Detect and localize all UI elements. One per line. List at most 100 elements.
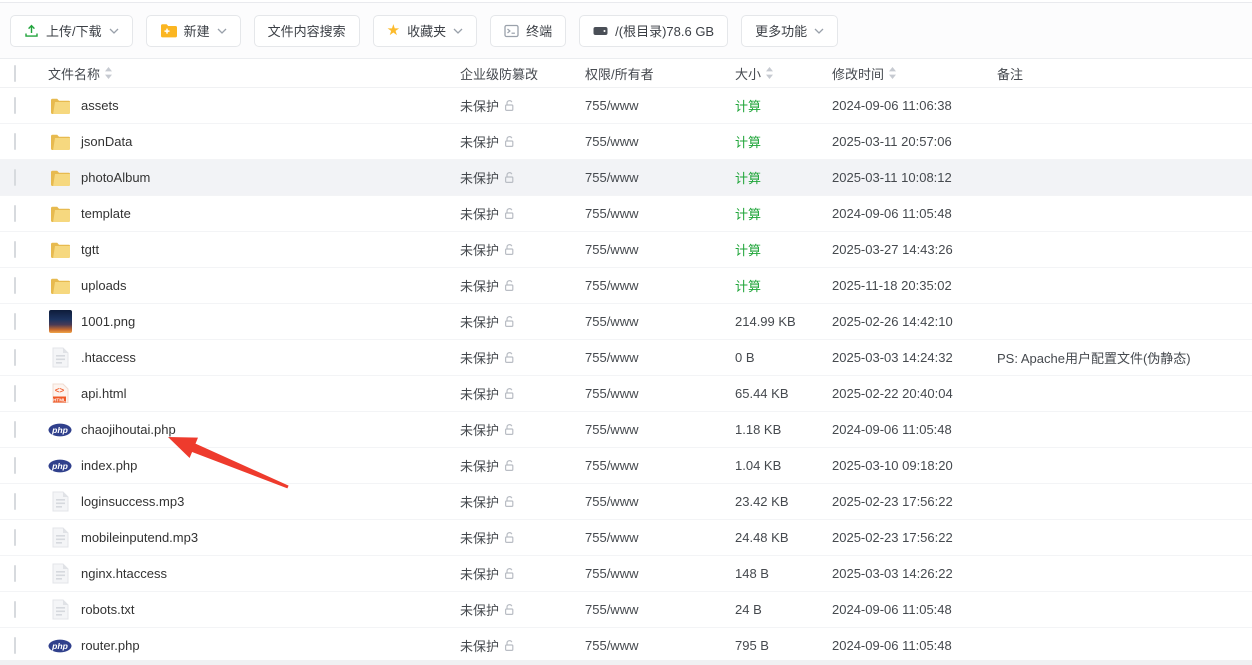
unlock-icon[interactable]: [503, 459, 516, 472]
header-size[interactable]: 大小: [735, 64, 832, 83]
file-name[interactable]: robots.txt: [81, 602, 134, 617]
row-checkbox[interactable]: [14, 241, 16, 258]
unlock-icon[interactable]: [503, 279, 516, 292]
file-name[interactable]: index.php: [81, 458, 137, 473]
new-button[interactable]: 新建: [146, 15, 241, 47]
table-row: photoAlbum 未保护 755/www 计算 2025-03-11 10:…: [0, 160, 1252, 196]
modified-time: 2024-09-06 11:05:48: [832, 602, 997, 617]
folder-icon: [48, 241, 72, 258]
doc-icon: [48, 599, 72, 620]
file-name[interactable]: api.html: [81, 386, 127, 401]
calculate-size-link[interactable]: 计算: [735, 240, 832, 259]
unlock-icon[interactable]: [503, 423, 516, 436]
favorites-button[interactable]: ★ 收藏夹: [373, 15, 477, 47]
select-all-checkbox[interactable]: [14, 65, 16, 82]
sort-icon[interactable]: [104, 66, 113, 80]
unlock-icon[interactable]: [503, 531, 516, 544]
permission-owner: 755/www: [585, 422, 735, 437]
row-checkbox[interactable]: [14, 385, 16, 402]
doc-icon: [48, 491, 72, 512]
table-row: nginx.htaccess 未保护 755/www 148 B 2025-03…: [0, 556, 1252, 592]
star-icon: ★: [387, 23, 400, 38]
row-checkbox[interactable]: [14, 637, 16, 654]
file-name[interactable]: photoAlbum: [81, 170, 150, 185]
terminal-label: 终端: [526, 21, 552, 40]
php-icon: php: [48, 459, 72, 473]
modified-time: 2024-09-06 11:06:38: [832, 98, 997, 113]
row-checkbox[interactable]: [14, 349, 16, 366]
file-name[interactable]: assets: [81, 98, 119, 113]
calculate-size-link[interactable]: 计算: [735, 276, 832, 295]
header-modified-time[interactable]: 修改时间: [832, 64, 997, 83]
unlock-icon[interactable]: [503, 207, 516, 220]
html-icon: <> HTML: [48, 383, 72, 404]
file-name[interactable]: mobileinputend.mp3: [81, 530, 198, 545]
unlock-icon[interactable]: [503, 495, 516, 508]
protect-status: 未保护: [460, 564, 499, 583]
calculate-size-link[interactable]: 计算: [735, 96, 832, 115]
protect-status: 未保护: [460, 168, 499, 187]
file-name[interactable]: nginx.htaccess: [81, 566, 167, 581]
file-list: assets 未保护 755/www 计算 2024-09-06 11:06:3…: [0, 88, 1252, 664]
unlock-icon[interactable]: [503, 171, 516, 184]
file-name[interactable]: uploads: [81, 278, 127, 293]
unlock-icon[interactable]: [503, 351, 516, 364]
header-permission-owner: 权限/所有者: [585, 64, 735, 83]
svg-text:<>: <>: [54, 386, 64, 395]
row-checkbox[interactable]: [14, 529, 16, 546]
table-row: 1001.png 未保护 755/www 214.99 KB 2025-02-2…: [0, 304, 1252, 340]
header-file-name[interactable]: 文件名称: [48, 64, 460, 83]
file-name[interactable]: loginsuccess.mp3: [81, 494, 184, 509]
calculate-size-link[interactable]: 计算: [735, 168, 832, 187]
unlock-icon[interactable]: [503, 567, 516, 580]
file-manager-toolbar: 上传/下载 新建 文件内容搜索 ★ 收藏夹 终端 /(根目录)78.6 GB 更…: [0, 3, 1252, 59]
sort-icon[interactable]: [765, 66, 774, 80]
chevron-down-icon: [453, 28, 463, 34]
content-search-button[interactable]: 文件内容搜索: [254, 15, 360, 47]
root-disk-button[interactable]: /(根目录)78.6 GB: [579, 15, 728, 47]
permission-owner: 755/www: [585, 242, 735, 257]
file-name[interactable]: template: [81, 206, 131, 221]
row-checkbox[interactable]: [14, 565, 16, 582]
disk-icon: [593, 26, 608, 36]
sort-icon[interactable]: [888, 66, 897, 80]
row-checkbox[interactable]: [14, 313, 16, 330]
file-name[interactable]: .htaccess: [81, 350, 136, 365]
unlock-icon[interactable]: [503, 315, 516, 328]
row-checkbox[interactable]: [14, 133, 16, 150]
unlock-icon[interactable]: [503, 603, 516, 616]
file-name[interactable]: 1001.png: [81, 314, 135, 329]
unlock-icon[interactable]: [503, 135, 516, 148]
row-checkbox[interactable]: [14, 205, 16, 222]
calculate-size-link[interactable]: 计算: [735, 204, 832, 223]
php-icon: php: [48, 423, 72, 437]
file-size: 214.99 KB: [735, 314, 832, 329]
row-checkbox[interactable]: [14, 97, 16, 114]
file-name[interactable]: tgtt: [81, 242, 99, 257]
calculate-size-link[interactable]: 计算: [735, 132, 832, 151]
row-checkbox[interactable]: [14, 169, 16, 186]
protect-status: 未保护: [460, 240, 499, 259]
upload-download-button[interactable]: 上传/下载: [10, 15, 133, 47]
permission-owner: 755/www: [585, 494, 735, 509]
row-checkbox[interactable]: [14, 601, 16, 618]
unlock-icon[interactable]: [503, 99, 516, 112]
file-name[interactable]: router.php: [81, 638, 140, 653]
row-checkbox[interactable]: [14, 277, 16, 294]
row-checkbox[interactable]: [14, 457, 16, 474]
unlock-icon[interactable]: [503, 387, 516, 400]
protect-status: 未保护: [460, 456, 499, 475]
permission-owner: 755/www: [585, 278, 735, 293]
header-note: 备注: [997, 64, 1252, 83]
terminal-button[interactable]: 终端: [490, 15, 566, 47]
file-name[interactable]: chaojihoutai.php: [81, 422, 176, 437]
unlock-icon[interactable]: [503, 243, 516, 256]
permission-owner: 755/www: [585, 350, 735, 365]
file-note[interactable]: PS: Apache用户配置文件(伪静态): [997, 348, 1252, 367]
row-checkbox[interactable]: [14, 421, 16, 438]
unlock-icon[interactable]: [503, 639, 516, 652]
modified-time: 2025-03-10 09:18:20: [832, 458, 997, 473]
row-checkbox[interactable]: [14, 493, 16, 510]
more-features-button[interactable]: 更多功能: [741, 15, 838, 47]
file-name[interactable]: jsonData: [81, 134, 132, 149]
